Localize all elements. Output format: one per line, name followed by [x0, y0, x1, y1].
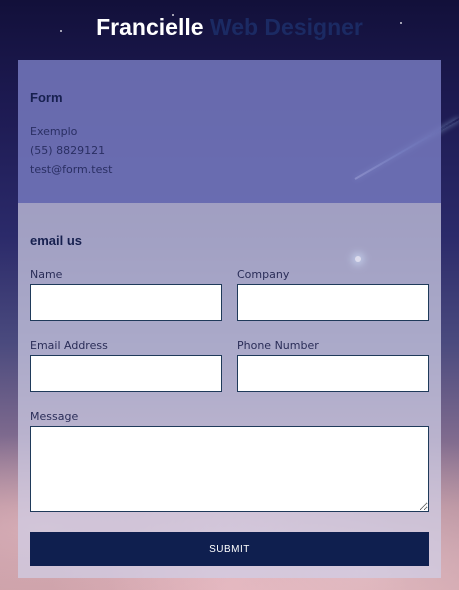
name-input[interactable]	[30, 284, 222, 321]
info-heading: Form	[30, 90, 63, 105]
submit-button[interactable]: SUBMIT	[30, 532, 429, 566]
message-label: Message	[30, 410, 79, 423]
message-textarea[interactable]	[30, 426, 429, 512]
info-panel: Form Exemplo (55) 8829121 test@form.test	[18, 60, 441, 203]
phone-input[interactable]	[237, 355, 429, 392]
email-label: Email Address	[30, 339, 108, 352]
site-title-name: Francielle	[96, 14, 204, 40]
contact-card: Form Exemplo (55) 8829121 test@form.test…	[18, 60, 441, 578]
info-phone: (55) 8829121	[30, 144, 106, 157]
company-input[interactable]	[237, 284, 429, 321]
name-label: Name	[30, 268, 63, 281]
email-input[interactable]	[30, 355, 222, 392]
site-title-role: Web Designer	[209, 14, 363, 40]
phone-label: Phone Number	[237, 339, 319, 352]
company-label: Company	[237, 268, 290, 281]
info-email: test@form.test	[30, 163, 113, 176]
form-heading: email us	[30, 233, 83, 248]
site-title: Francielle Web Designer	[0, 10, 459, 44]
info-company: Exemplo	[30, 125, 78, 138]
